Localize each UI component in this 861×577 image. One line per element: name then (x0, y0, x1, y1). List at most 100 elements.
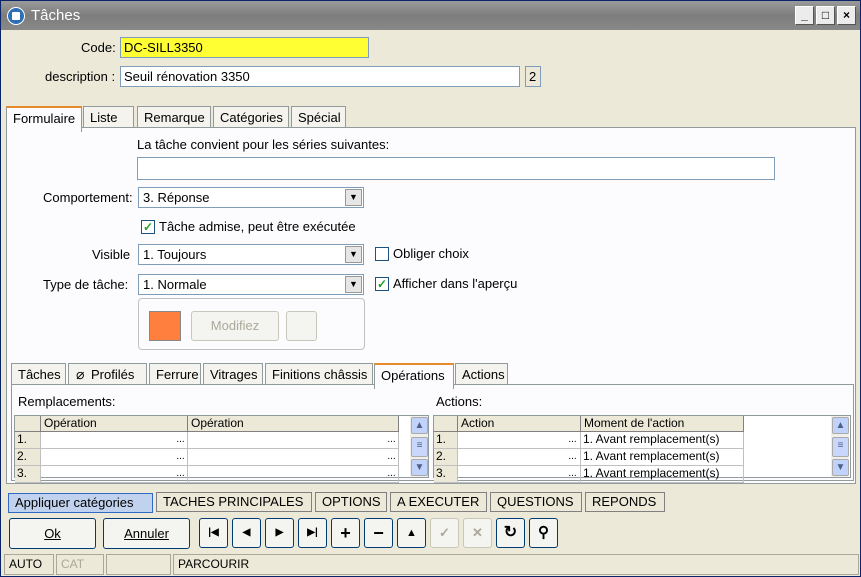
row-number: 1. (15, 432, 41, 449)
grid-cell[interactable] (458, 432, 581, 449)
tab-ferrure[interactable]: Ferrure (149, 363, 201, 385)
tab-operations[interactable]: Opérations (374, 363, 454, 389)
chevron-down-icon[interactable]: ▼ (345, 276, 362, 293)
app-icon (7, 7, 25, 25)
grid-corner (434, 416, 458, 432)
minimize-button[interactable]: _ (795, 6, 814, 25)
ellipsis-button[interactable]: ... (566, 433, 579, 448)
tab-taches[interactable]: Tâches (11, 363, 66, 385)
replacements-scrollbar[interactable]: ▲ ≡ ▼ (410, 416, 428, 477)
grid-header[interactable]: Opération (41, 416, 188, 432)
grid-cell[interactable] (458, 466, 581, 483)
scroll-thumb[interactable]: ≡ (411, 437, 428, 457)
replacements-title: Remplacements: (18, 394, 116, 409)
tab-actions[interactable]: Actions (455, 363, 508, 385)
tab-finitions[interactable]: Finitions châssis (265, 363, 373, 385)
grid-cell[interactable]: 1. Avant remplacement(s) (581, 432, 744, 449)
taches-principales-button[interactable]: TACHES PRINCIPALES (156, 492, 312, 512)
tab-profiles-label: Profilés (91, 367, 135, 382)
scroll-down-icon[interactable]: ▼ (832, 459, 849, 476)
a-executer-button[interactable]: A EXECUTER (390, 492, 487, 512)
scroll-down-icon[interactable]: ▼ (411, 459, 428, 476)
move-up-button[interactable]: ▲ (397, 518, 426, 548)
grid-cell[interactable] (458, 449, 581, 466)
apercu-label: Afficher dans l'aperçu (393, 276, 518, 291)
grid-cell[interactable] (41, 432, 188, 449)
last-record-button[interactable]: ▶| (298, 518, 327, 548)
ellipsis-button[interactable]: ... (566, 467, 579, 482)
grid-cell[interactable] (188, 449, 399, 466)
grid-cell[interactable] (41, 449, 188, 466)
options-button[interactable]: OPTIONS (315, 492, 387, 512)
grid-cell[interactable] (188, 432, 399, 449)
previous-record-button[interactable]: ◀ (232, 518, 261, 548)
grid-header[interactable]: Opération (188, 416, 399, 432)
binoculars-icon[interactable]: ⚲ (529, 518, 558, 548)
type-select[interactable]: 1. Normale ▼ (138, 274, 364, 295)
ellipsis-button[interactable]: ... (174, 450, 187, 465)
title-bar[interactable]: Tâches _ □ × (1, 1, 860, 30)
ellipsis-button[interactable]: ... (385, 433, 398, 448)
apply-categories-button[interactable]: Appliquer catégories (8, 493, 153, 513)
add-record-button[interactable]: + (331, 518, 360, 548)
status-cat: CAT (56, 554, 104, 575)
grid-corner (15, 416, 41, 432)
tab-liste[interactable]: Liste (83, 106, 134, 128)
ellipsis-button[interactable]: ... (174, 467, 187, 482)
questions-button[interactable]: QUESTIONS (490, 492, 582, 512)
grid-header[interactable]: Action (458, 416, 581, 432)
scroll-thumb[interactable]: ≡ (832, 437, 849, 457)
ok-button[interactable]: Ok (9, 518, 96, 549)
tab-formulaire[interactable]: Formulaire (6, 106, 82, 132)
replacements-grid: Opération Opération 1. ... ... 2. ... ..… (14, 415, 429, 483)
grid-cell[interactable]: 1. Avant remplacement(s) (581, 449, 744, 466)
reponds-button[interactable]: REPONDS (585, 492, 665, 512)
next-record-button[interactable]: ▶ (265, 518, 294, 548)
color-swatch[interactable] (149, 311, 181, 341)
grid-cell[interactable]: 1. Avant remplacement(s) (581, 466, 744, 483)
visible-label: Visible (92, 247, 131, 262)
actions-scrollbar[interactable]: ▲ ≡ ▼ (831, 416, 849, 477)
scroll-up-icon[interactable]: ▲ (832, 417, 849, 434)
apercu-checkbox[interactable]: ✓ (375, 277, 389, 291)
admise-checkbox[interactable]: ✓ (141, 220, 155, 234)
type-value: 1. Normale (143, 277, 207, 292)
status-mode: AUTO (4, 554, 54, 575)
grid-cell[interactable] (188, 466, 399, 483)
close-button[interactable]: × (837, 6, 856, 25)
tab-remarque[interactable]: Remarque (137, 106, 211, 128)
row-number: 2. (434, 449, 458, 466)
cancel-button[interactable]: Annuler (103, 518, 190, 549)
discard-icon[interactable]: ✕ (463, 518, 492, 548)
maximize-button[interactable]: □ (816, 6, 835, 25)
description-field[interactable]: Seuil rénovation 3350 (120, 66, 520, 87)
tab-profiles[interactable]: ⌀ Profilés (68, 363, 147, 385)
comportement-select[interactable]: 3. Réponse ▼ (138, 187, 364, 208)
ellipsis-button[interactable]: ... (385, 467, 398, 482)
obliger-checkbox[interactable] (375, 247, 389, 261)
ellipsis-button[interactable]: ... (385, 450, 398, 465)
refresh-icon[interactable]: ↻ (496, 518, 525, 548)
admise-label: Tâche admise, peut être exécutée (159, 219, 356, 234)
first-record-button[interactable]: |◀ (199, 518, 228, 548)
tab-vitrages[interactable]: Vitrages (203, 363, 263, 385)
tab-categories[interactable]: Catégories (213, 106, 289, 128)
color-group: Modifiez (138, 298, 365, 350)
chevron-down-icon[interactable]: ▼ (345, 189, 362, 206)
delete-record-button[interactable]: − (364, 518, 393, 548)
visible-select[interactable]: 1. Toujours ▼ (138, 244, 364, 265)
scroll-up-icon[interactable]: ▲ (411, 417, 428, 434)
extra-button[interactable] (286, 311, 317, 341)
tab-special[interactable]: Spécial (291, 106, 346, 128)
confirm-icon[interactable]: ✓ (430, 518, 459, 548)
ellipsis-button[interactable]: ... (174, 433, 187, 448)
grid-header[interactable]: Moment de l'action (581, 416, 744, 432)
chevron-down-icon[interactable]: ▼ (345, 246, 362, 263)
comportement-label: Comportement: (43, 190, 133, 205)
grid-cell[interactable] (41, 466, 188, 483)
modify-button[interactable]: Modifiez (191, 311, 279, 341)
series-field[interactable] (137, 157, 775, 180)
description-count: 2 (525, 66, 541, 87)
code-field[interactable]: DC-SILL3350 (120, 37, 369, 58)
ellipsis-button[interactable]: ... (566, 450, 579, 465)
